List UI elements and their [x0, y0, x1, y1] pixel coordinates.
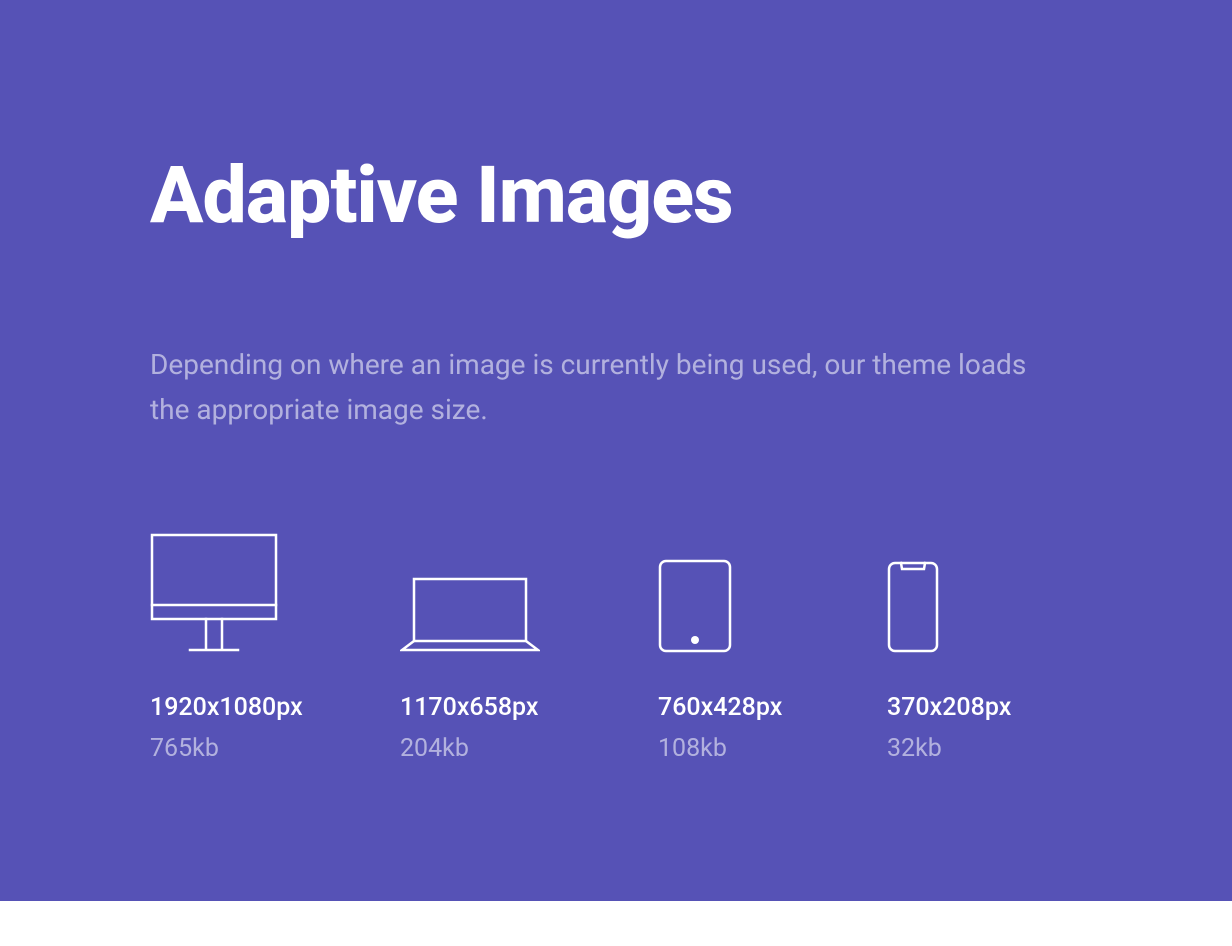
resolution-label: 370x208px — [887, 693, 1087, 722]
device-phone: 370x208px 32kb — [887, 533, 1087, 763]
page-title: Adaptive Images — [150, 155, 1082, 238]
desktop-monitor-icon — [150, 533, 278, 653]
filesize-label: 204kb — [400, 734, 658, 763]
laptop-icon — [400, 577, 540, 653]
filesize-label: 32kb — [887, 734, 1087, 763]
devices-row: 1920x1080px 765kb 1170x658px 204kb 7 — [150, 533, 1082, 763]
filesize-label: 108kb — [658, 734, 887, 763]
subtitle: Depending on where an image is currently… — [150, 343, 1070, 433]
device-laptop: 1170x658px 204kb — [400, 533, 658, 763]
resolution-label: 1170x658px — [400, 693, 658, 722]
resolution-label: 760x428px — [658, 693, 887, 722]
hero-section: Adaptive Images Depending on where an im… — [0, 0, 1232, 901]
device-tablet: 760x428px 108kb — [658, 533, 887, 763]
smartphone-icon — [887, 561, 939, 653]
device-desktop: 1920x1080px 765kb — [150, 533, 400, 763]
resolution-label: 1920x1080px — [150, 693, 400, 722]
filesize-label: 765kb — [150, 734, 400, 763]
tablet-icon — [658, 559, 732, 653]
